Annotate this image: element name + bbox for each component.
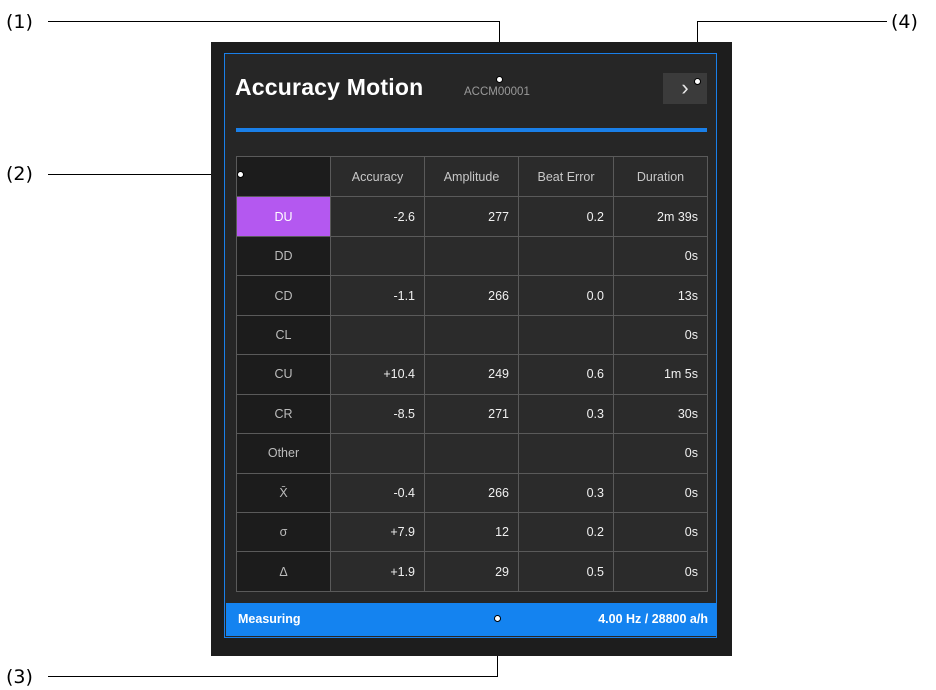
std-dev-label: σ — [236, 511, 331, 553]
position-label[interactable]: CD — [236, 275, 331, 316]
beat-error-cell — [518, 314, 614, 356]
duration-cell: 0s — [613, 433, 708, 474]
callout-1-label: (1) — [6, 11, 33, 33]
callout-3-anchor — [494, 615, 501, 622]
callout-4-line — [697, 21, 887, 22]
mean-label: X̄ — [236, 472, 331, 513]
amplitude-cell: 277 — [424, 196, 519, 237]
column-header-beat-error: Beat Error — [518, 155, 614, 198]
duration-cell: 0s — [613, 511, 708, 553]
amplitude-cell — [424, 433, 519, 474]
table-row[interactable]: Other 0s — [236, 433, 708, 474]
duration-cell: 0s — [613, 235, 708, 277]
duration-cell: 0s — [613, 551, 708, 592]
amplitude-cell: 266 — [424, 275, 519, 316]
frequency-readout: 4.00 Hz / 28800 a/h — [598, 612, 708, 626]
callout-3-line — [48, 676, 498, 677]
accuracy-cell — [330, 235, 425, 277]
column-header-duration: Duration — [613, 155, 708, 198]
table-row: X̄ -0.4 266 0.3 0s — [236, 472, 708, 513]
table-corner-cell — [236, 155, 331, 198]
beat-error-cell — [518, 235, 614, 277]
callout-1-line — [48, 21, 500, 22]
beat-error-cell: 0.5 — [518, 551, 614, 592]
callout-3-label: (3) — [6, 666, 33, 688]
accuracy-cell: +1.9 — [330, 551, 425, 592]
title-underline — [236, 128, 707, 132]
position-label[interactable]: CU — [236, 354, 331, 395]
amplitude-cell: 266 — [424, 472, 519, 513]
callout-2-anchor — [237, 171, 244, 178]
callout-2-label: (2) — [6, 163, 33, 185]
accuracy-cell: -0.4 — [330, 472, 425, 513]
duration-cell: 0s — [613, 472, 708, 513]
table-row: Δ +1.9 29 0.5 0s — [236, 551, 708, 592]
duration-cell: 30s — [613, 393, 708, 435]
status-bar: Measuring 4.00 Hz / 28800 a/h — [226, 603, 716, 636]
duration-cell: 0s — [613, 314, 708, 356]
table-row[interactable]: CD -1.1 266 0.0 13s — [236, 275, 708, 316]
measurement-table: Accuracy Amplitude Beat Error Duration D… — [236, 155, 708, 592]
table-row[interactable]: CU +10.4 249 0.6 1m 5s — [236, 354, 708, 395]
amplitude-cell — [424, 235, 519, 277]
beat-error-cell: 0.0 — [518, 275, 614, 316]
duration-cell: 13s — [613, 275, 708, 316]
column-header-accuracy: Accuracy — [330, 155, 425, 198]
accuracy-cell: +10.4 — [330, 354, 425, 395]
duration-cell: 2m 39s — [613, 196, 708, 237]
beat-error-cell: 0.2 — [518, 196, 614, 237]
table-header-row: Accuracy Amplitude Beat Error Duration — [236, 155, 708, 198]
accuracy-cell — [330, 314, 425, 356]
next-button[interactable]: › — [663, 73, 707, 104]
serial-number: ACCM00001 — [464, 86, 530, 98]
amplitude-cell: 29 — [424, 551, 519, 592]
beat-error-cell: 0.2 — [518, 511, 614, 553]
beat-error-cell: 0.3 — [518, 472, 614, 513]
callout-4-label: (4) — [891, 11, 918, 33]
widget-title: Accuracy Motion — [235, 74, 424, 100]
accuracy-cell — [330, 433, 425, 474]
status-text: Measuring — [238, 612, 301, 626]
duration-cell: 1m 5s — [613, 354, 708, 395]
position-label[interactable]: DD — [236, 235, 331, 277]
table-row[interactable]: DU -2.6 277 0.2 2m 39s — [236, 196, 708, 237]
delta-label: Δ — [236, 551, 331, 592]
chevron-right-icon: › — [681, 75, 689, 100]
table-row: σ +7.9 12 0.2 0s — [236, 511, 708, 553]
table-row[interactable]: CL 0s — [236, 314, 708, 356]
accuracy-cell: -2.6 — [330, 196, 425, 237]
table-row[interactable]: DD 0s — [236, 235, 708, 277]
amplitude-cell: 271 — [424, 393, 519, 435]
accuracy-cell: -1.1 — [330, 275, 425, 316]
callout-1-anchor — [496, 76, 503, 83]
amplitude-cell: 249 — [424, 354, 519, 395]
callout-4-anchor — [694, 78, 701, 85]
position-label[interactable]: DU — [236, 196, 331, 237]
position-label[interactable]: CR — [236, 393, 331, 435]
beat-error-cell — [518, 433, 614, 474]
figure: (1) (4) (2) (3) Accuracy Motion ACCM0000… — [0, 0, 936, 690]
position-label[interactable]: Other — [236, 433, 331, 474]
amplitude-cell: 12 — [424, 511, 519, 553]
accuracy-cell: +7.9 — [330, 511, 425, 553]
beat-error-cell: 0.3 — [518, 393, 614, 435]
column-header-amplitude: Amplitude — [424, 155, 519, 198]
position-label[interactable]: CL — [236, 314, 331, 356]
table-row[interactable]: CR -8.5 271 0.3 30s — [236, 393, 708, 435]
accuracy-cell: -8.5 — [330, 393, 425, 435]
beat-error-cell: 0.6 — [518, 354, 614, 395]
amplitude-cell — [424, 314, 519, 356]
